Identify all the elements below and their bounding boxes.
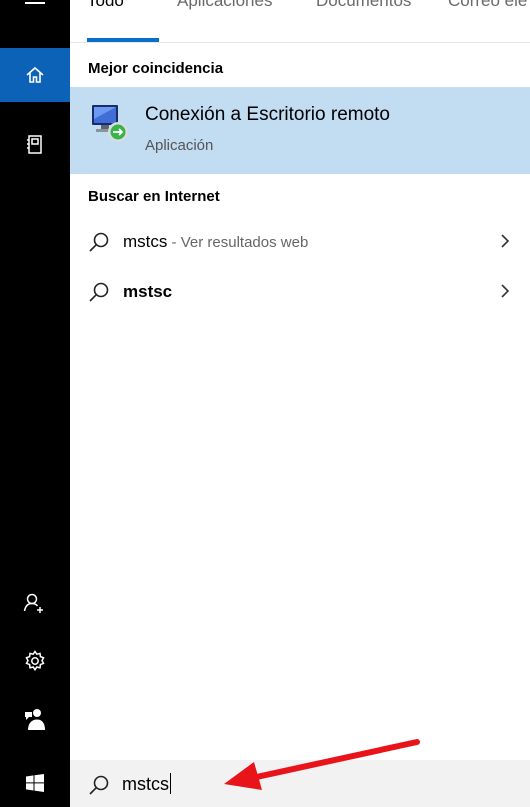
search-query-text: mstcs (122, 774, 169, 794)
text-caret (170, 773, 171, 794)
add-person-button[interactable] (0, 576, 70, 630)
home-icon (26, 66, 44, 83)
web-suggestion-item[interactable]: mstcs - Ver resultados web (70, 217, 530, 267)
best-match-heading: Mejor coincidencia (88, 60, 224, 77)
tab-todo[interactable]: Todo (87, 0, 124, 11)
home-button[interactable] (0, 48, 70, 102)
chevron-right-icon (501, 284, 510, 298)
chevron-right-icon (501, 234, 510, 248)
tab-correo[interactable]: Correo ele (448, 0, 527, 11)
start-button[interactable] (0, 758, 70, 807)
remote-desktop-icon (92, 105, 128, 142)
notebook-button[interactable] (0, 118, 70, 172)
search-icon (89, 775, 109, 795)
filter-tabs: Todo Aplicaciones Documentos Correo ele (70, 0, 530, 43)
web-suggestion-item[interactable]: mstsc (70, 267, 530, 317)
result-title: Conexión a Escritorio remoto (145, 104, 390, 125)
notebook-icon (27, 135, 42, 154)
active-tab-indicator (87, 38, 159, 42)
feedback-icon (25, 709, 45, 730)
result-type: Aplicación (145, 137, 214, 154)
web-search-heading: Buscar en Internet (88, 188, 220, 205)
search-icon (89, 232, 109, 252)
tab-aplicaciones[interactable]: Aplicaciones (177, 0, 272, 11)
search-input[interactable]: mstcs (122, 773, 171, 795)
menu-button[interactable] (0, 0, 70, 20)
menu-icon (25, 2, 45, 4)
best-match-result[interactable]: Conexión a Escritorio remoto Aplicación (70, 87, 530, 174)
suggestion-query: mstcs (123, 232, 168, 251)
windows-start-icon (26, 773, 44, 792)
settings-icon (25, 650, 45, 672)
tab-documentos[interactable]: Documentos (316, 0, 411, 11)
feedback-button[interactable] (0, 692, 70, 746)
suggestion-query: mstsc (123, 282, 173, 301)
suggestion-hint: - Ver resultados web (167, 234, 309, 251)
app-rail (0, 0, 70, 807)
person-add-icon (23, 593, 43, 613)
web-suggestion-label: mstcs - Ver resultados web (123, 232, 308, 252)
web-suggestion-label: mstsc (123, 282, 172, 302)
search-box[interactable]: mstcs (70, 760, 530, 807)
settings-button[interactable] (0, 634, 70, 688)
search-icon (89, 282, 109, 302)
